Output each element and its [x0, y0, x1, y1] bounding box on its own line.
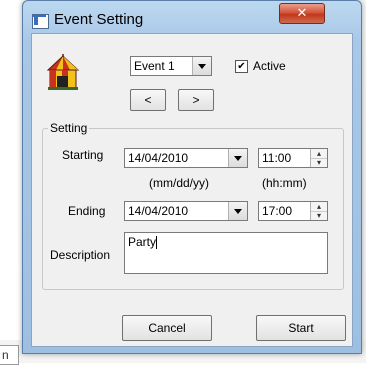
chevron-right-icon: > [192, 93, 200, 107]
description-label: Description [50, 248, 111, 262]
cancel-button-label: Cancel [148, 321, 186, 335]
active-checkbox[interactable]: ✔ [235, 60, 248, 73]
ending-time-value: 17:00 [262, 204, 293, 218]
next-event-button[interactable]: > [178, 89, 214, 111]
chevron-down-icon[interactable] [228, 202, 247, 220]
start-button[interactable]: Start [256, 315, 346, 341]
event-select-value: Event 1 [134, 59, 175, 73]
active-label: Active [253, 59, 286, 73]
starting-date-picker[interactable]: 14/04/2010 [124, 148, 248, 168]
carousel-tent-icon [46, 54, 80, 90]
window-title: Event Setting [54, 11, 144, 28]
setting-group-title: Setting [48, 121, 90, 135]
starting-time-value: 11:00 [262, 151, 292, 165]
spin-down-icon[interactable]: ▾ [311, 158, 327, 167]
ending-label: Ending [68, 204, 106, 218]
check-mark-icon: ✔ [237, 61, 246, 72]
background-tab[interactable]: n [0, 345, 19, 365]
previous-event-button[interactable]: < [130, 89, 166, 111]
start-button-label: Start [288, 321, 314, 335]
event-select[interactable]: Event 1 [130, 56, 212, 76]
time-format-hint: (hh:mm) [262, 176, 307, 190]
starting-date-value: 14/04/2010 [128, 151, 189, 165]
dialog-client-area: Event 1 ✔ Active < > Setting Starting 14… [31, 33, 353, 347]
chevron-down-icon[interactable] [228, 149, 247, 167]
description-field[interactable]: Party [124, 232, 328, 274]
starting-label: Starting [62, 148, 104, 162]
starting-time-spin-control[interactable]: ▴ ▾ [310, 149, 327, 167]
ending-time-spin-control[interactable]: ▴ ▾ [310, 202, 327, 220]
chevron-left-icon: < [144, 93, 152, 107]
background-left [0, 0, 22, 363]
starting-time-spinner[interactable]: 11:00 ▴ ▾ [258, 148, 328, 168]
description-value: Party [128, 235, 157, 249]
ending-date-picker[interactable]: 14/04/2010 [124, 201, 248, 221]
window-app-icon [32, 14, 49, 29]
ending-date-value: 14/04/2010 [128, 204, 189, 218]
background-tab-text: n [2, 348, 9, 362]
event-setting-dialog: Event Setting ✕ Event 1 ✔ Active < > Set… [22, 0, 362, 354]
close-button[interactable]: ✕ [279, 3, 325, 24]
ending-time-spinner[interactable]: 17:00 ▴ ▾ [258, 201, 328, 221]
cancel-button[interactable]: Cancel [122, 315, 212, 341]
close-icon: ✕ [296, 6, 308, 21]
date-format-hint: (mm/dd/yy) [149, 176, 209, 190]
text-caret [156, 236, 158, 249]
spin-down-icon[interactable]: ▾ [311, 211, 327, 220]
chevron-down-icon[interactable] [192, 57, 211, 75]
